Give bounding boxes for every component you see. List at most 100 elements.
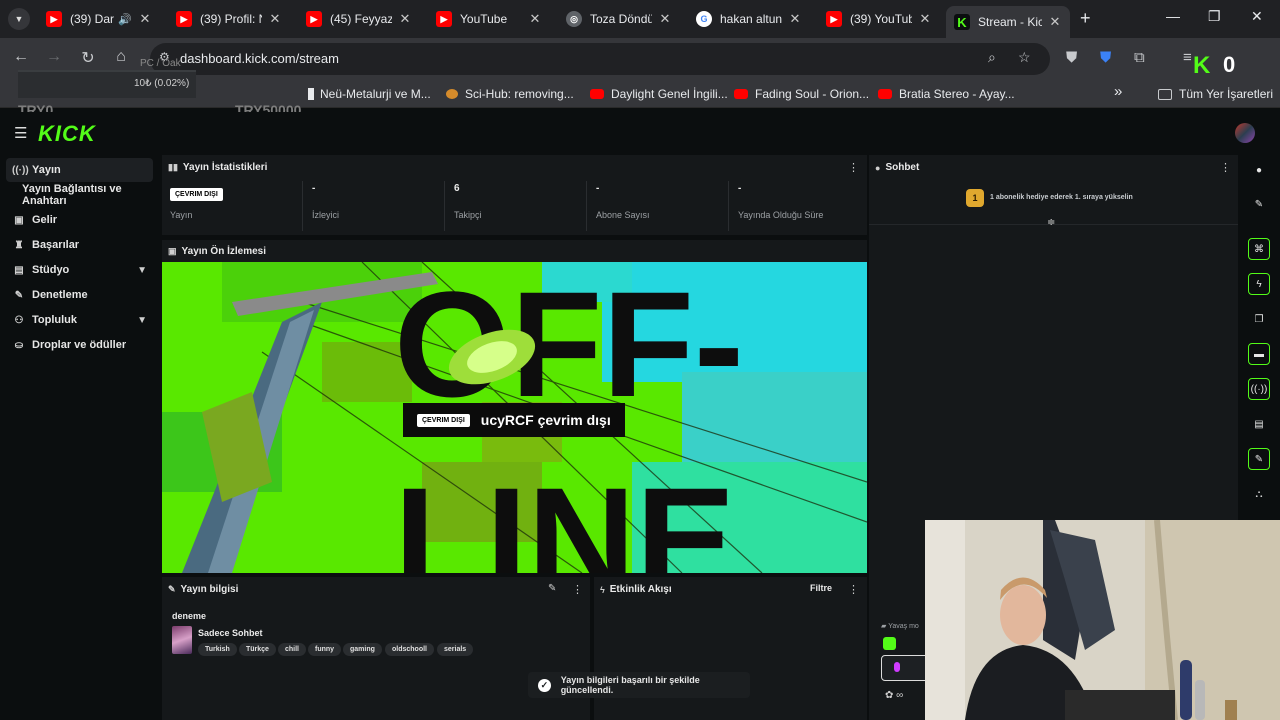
bookmark-star-icon[interactable]: ☆: [1018, 49, 1031, 66]
browser-tab-active[interactable]: K Stream - Kic ✕: [946, 6, 1070, 38]
tab-search-button[interactable]: ▼: [8, 8, 30, 30]
close-tab-icon[interactable]: ✕: [1048, 14, 1062, 30]
collapse-pinned-icon[interactable]: ≑: [1047, 217, 1055, 228]
chat-emote-icon[interactable]: [883, 637, 896, 650]
browser-tab[interactable]: ▶ (45) Feyyaz Y ✕: [298, 6, 420, 32]
stat-followers: 6 Takipçi: [454, 183, 482, 220]
shield-icon[interactable]: ⛊: [1066, 49, 1077, 66]
all-bookmarks-folder[interactable]: Tüm Yer İşaretleri: [1158, 87, 1273, 101]
chat-settings-icon[interactable]: ✿ ∞: [885, 690, 903, 701]
webcam-feed: [925, 520, 1280, 720]
bookmark-item[interactable]: Bratia Stereo - Ayay...: [878, 87, 1015, 101]
folder-icon: [1158, 88, 1172, 100]
kick-header: ☰ KICK: [0, 112, 1280, 152]
offline-badge: ÇEVRIM DIŞI: [417, 413, 470, 427]
close-tab-icon[interactable]: ✕: [268, 11, 282, 27]
sidebar-item-studyo[interactable]: ▤ Stüdyo ▼: [6, 258, 153, 282]
tag[interactable]: Türkçe: [239, 643, 276, 656]
youtube-icon: [590, 89, 604, 99]
close-tab-icon[interactable]: ✕: [398, 11, 412, 27]
stat-subscribers: - Abone Sayısı: [596, 183, 650, 220]
reload-icon[interactable]: ↻: [77, 48, 99, 68]
chat-icon[interactable]: ▬: [1248, 343, 1270, 365]
snail-icon: ▰: [881, 623, 887, 630]
browser-tab[interactable]: ◎ Toza Döndü ✕: [558, 6, 680, 32]
close-tab-icon[interactable]: ✕: [138, 11, 152, 27]
sidebar-item-denetleme[interactable]: ✎ Denetleme: [6, 283, 153, 307]
close-tab-icon[interactable]: ✕: [788, 11, 802, 27]
browser-tab[interactable]: G hakan altun ✕: [688, 6, 810, 32]
category-name[interactable]: Sadece Sohbet: [198, 628, 263, 638]
panel-title: ϟ Etkinlik Akışı: [600, 584, 672, 595]
extensions-icon[interactable]: ⧉: [1134, 49, 1145, 66]
wrench-icon[interactable]: ✎: [1248, 448, 1270, 470]
menu-icon[interactable]: ≡: [1183, 49, 1192, 66]
browser-tab[interactable]: ▶ (39) Profil: N ✕: [168, 6, 290, 32]
close-tab-icon[interactable]: ✕: [528, 11, 542, 27]
browser-tab[interactable]: ▶ YouTube ✕: [428, 6, 550, 32]
pencil-icon[interactable]: ✎: [1248, 193, 1270, 215]
broadcast-icon[interactable]: ((·)): [1248, 378, 1270, 400]
success-toast: ✓ Yayın bilgileri başarılı bir şekilde g…: [528, 672, 750, 698]
hamburger-menu-icon[interactable]: ☰: [14, 124, 27, 142]
zoom-icon[interactable]: ⌕: [988, 49, 996, 66]
sidebar-item-stream-key[interactable]: Yayın Bağlantısı ve Anahtarı: [6, 183, 162, 207]
sidebar-item-yayin[interactable]: ((·)) Yayın: [6, 158, 153, 182]
share-icon[interactable]: ⛬: [1248, 483, 1270, 505]
maximize-icon[interactable]: ❐: [1208, 8, 1221, 25]
stream-stats-panel: ▮▮ Yayın İstatistikleri ⋮ ÇEVRIM DIŞI Yay…: [162, 155, 867, 235]
more-options-icon[interactable]: ⋮: [1220, 161, 1231, 174]
edit-icon[interactable]: ✎: [548, 583, 556, 594]
info-icon[interactable]: ●: [1248, 159, 1270, 181]
sidebar-item-droplar[interactable]: ⛀ Droplar ve ödüller: [6, 333, 153, 357]
sidebar-item-gelir[interactable]: ▣ Gelir: [6, 208, 153, 232]
tag[interactable]: oldschooll: [385, 643, 434, 656]
more-options-icon[interactable]: ⋮: [572, 583, 583, 596]
more-options-icon[interactable]: ⋮: [848, 583, 859, 596]
bookmark-item[interactable]: Sci-Hub: removing...: [446, 87, 574, 101]
tag[interactable]: chill: [278, 643, 307, 656]
dashboard-sidebar: ((·)) Yayın Yayın Bağlantısı ve Anahtarı…: [0, 152, 160, 720]
more-options-icon[interactable]: ⋮: [848, 161, 859, 174]
globe-icon: ◎: [566, 11, 582, 27]
minimize-icon[interactable]: —: [1166, 8, 1180, 24]
sidebar-item-topluluk[interactable]: ⚇ Topluluk ▼: [6, 308, 153, 332]
browser-tab[interactable]: ▶ (39) Dar 🔊 ✕: [38, 6, 160, 32]
new-tab-button[interactable]: +: [1080, 8, 1091, 29]
filter-button[interactable]: Filtre: [810, 583, 832, 593]
print-icon[interactable]: ▤: [1248, 413, 1270, 435]
tag[interactable]: serials: [437, 643, 474, 656]
forward-icon[interactable]: →: [43, 48, 65, 66]
panel-title: ▣ Yayın Ön İzlemesi: [168, 246, 266, 257]
bookmark-item[interactable]: Neü-Metalurji ve M...: [308, 87, 431, 101]
kick-logo[interactable]: KICK: [38, 121, 96, 147]
copy-icon[interactable]: ❐: [1248, 308, 1270, 330]
stat-live-duration: - Yayında Olduğu Süre: [738, 183, 824, 220]
divider: [728, 181, 729, 231]
wrench-icon: ✎: [168, 584, 176, 594]
sidebar-item-basarilar[interactable]: ♜ Başarılar: [6, 233, 153, 257]
tag[interactable]: funny: [308, 643, 342, 656]
drops-icon: ⛀: [14, 339, 24, 351]
bookmarks-overflow-button[interactable]: »: [1114, 83, 1122, 100]
clip-icon[interactable]: ⌘: [1248, 238, 1270, 260]
close-tab-icon[interactable]: ✕: [658, 11, 672, 27]
raid-icon[interactable]: ϟ: [1248, 273, 1270, 295]
bookmark-item[interactable]: Daylight Genel İngili...: [590, 87, 728, 101]
slow-mode-label: ▰ Yavaş mo: [881, 623, 919, 630]
address-bar[interactable]: ⚙ dashboard.kick.com/stream ⌕ ☆: [150, 43, 1050, 75]
community-icon: ⚇: [14, 314, 24, 326]
speaker-icon[interactable]: 🔊: [118, 13, 132, 26]
vpn-shield-icon[interactable]: ⛊: [1100, 49, 1111, 66]
user-avatar[interactable]: [1235, 123, 1255, 143]
tag[interactable]: Turkish: [198, 643, 237, 656]
broadcast-icon: ((·)): [12, 164, 29, 176]
back-icon[interactable]: ←: [10, 48, 32, 66]
youtube-icon: ▶: [826, 11, 842, 27]
home-icon[interactable]: ⌂: [110, 48, 132, 66]
close-window-icon[interactable]: ✕: [1251, 8, 1263, 25]
browser-tab[interactable]: ▶ (39) YouTub ✕: [818, 6, 940, 32]
tag[interactable]: gaming: [343, 643, 382, 656]
bookmark-item[interactable]: Fading Soul - Orion...: [734, 87, 869, 101]
close-tab-icon[interactable]: ✕: [918, 11, 932, 27]
